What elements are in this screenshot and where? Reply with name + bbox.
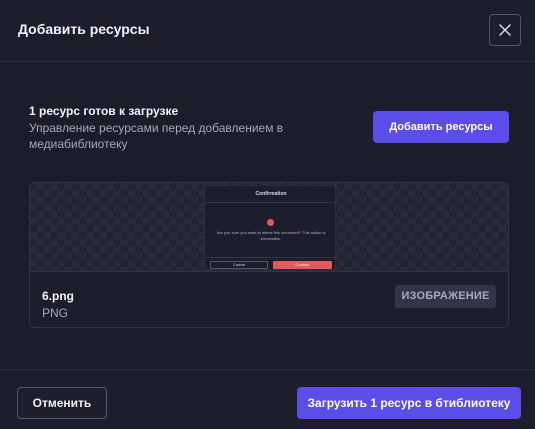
add-assets-button[interactable]: Добавить ресурсы (373, 111, 509, 143)
preview-divider (205, 257, 337, 258)
asset-card: Confirmation Are you sure you want to de… (29, 182, 509, 328)
add-assets-dialog: Добавить ресурсы 1 ресурс готов к загруз… (0, 0, 535, 429)
upload-summary-description: Управление ресурсами перед добавлением в… (29, 121, 284, 151)
preview-confirm-button: Confirm (273, 261, 332, 269)
upload-button[interactable]: Загрузить 1 ресурс в бтиблиотеку (297, 387, 521, 419)
add-assets-button-label: Добавить ресурсы (389, 121, 493, 133)
close-icon (499, 24, 511, 36)
dialog-header: Добавить ресурсы (0, 0, 535, 62)
asset-preview[interactable]: Confirmation Are you sure you want to de… (30, 183, 508, 272)
alert-icon (267, 219, 274, 226)
dialog-title: Добавить ресурсы (18, 21, 150, 37)
preview-dialog-title: Confirmation (255, 191, 287, 197)
preview-confirmation-dialog: Confirmation Are you sure you want to de… (204, 185, 337, 270)
upload-summary-title: 1 ресурс готов к загрузке (29, 104, 179, 118)
cancel-button[interactable]: Отменить (17, 387, 107, 419)
file-type: PNG (42, 306, 69, 320)
asset-type-badge: ИЗОБРАЖЕНИЕ (395, 285, 496, 308)
preview-dialog-message: Are you sure you want to delete this doc… (216, 230, 326, 241)
preview-divider (205, 202, 337, 203)
file-name: 6.png (42, 289, 74, 303)
dialog-footer: Отменить Загрузить 1 ресурс в бтиблиотек… (0, 369, 535, 429)
preview-cancel-button: Cancel (210, 261, 268, 269)
close-button[interactable] (489, 14, 521, 46)
